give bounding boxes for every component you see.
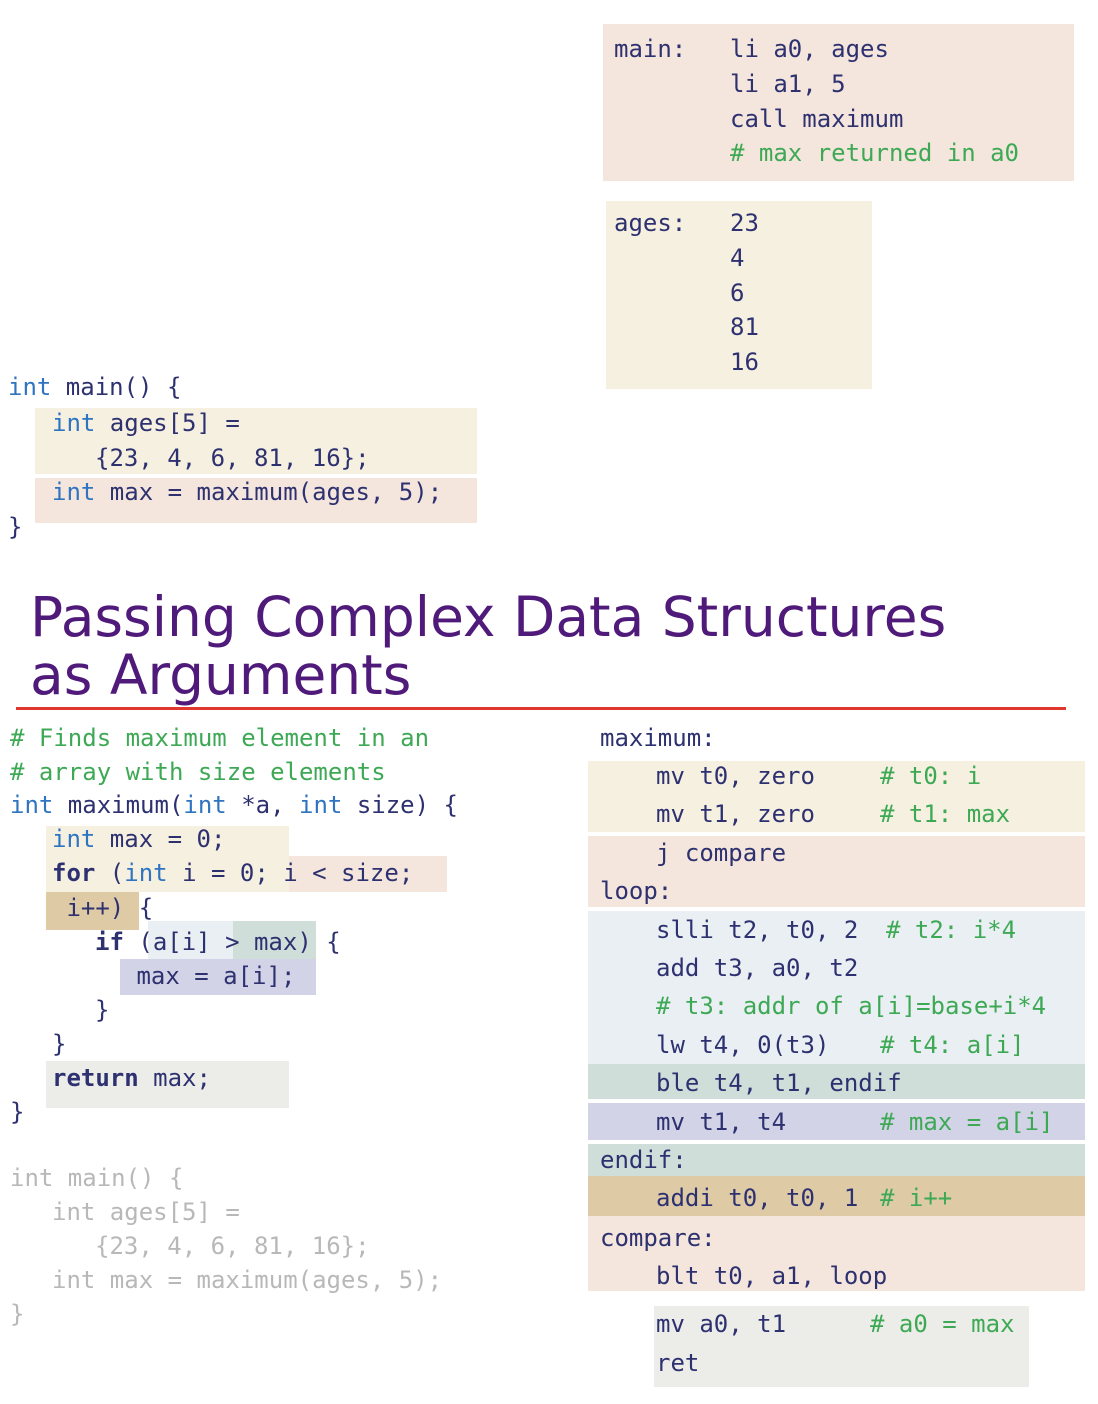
- c-main-line: {23, 4, 6, 81, 16};: [95, 444, 370, 472]
- c-return-line: return max;: [52, 1064, 211, 1092]
- asm-comment: # i++: [880, 1184, 953, 1212]
- c-main-line: int max = maximum(ages, 5);: [52, 478, 443, 506]
- asm-label-loop: loop:: [600, 877, 673, 905]
- asm-comment: # t1: max: [880, 800, 1011, 828]
- asm-main-label: main:: [614, 35, 687, 63]
- slide-title: Passing Complex Data Structures as Argum…: [30, 588, 1090, 704]
- c-assign-line: max = a[i];: [122, 962, 296, 990]
- asm-instruction: lw t4, 0(t3): [656, 1031, 830, 1059]
- asm-label-compare: compare:: [600, 1224, 716, 1252]
- asm-instruction: mv t0, zero: [656, 762, 815, 790]
- asm-main-comment: # max returned in a0: [730, 139, 1019, 167]
- c-main-line: int main() {: [8, 373, 182, 401]
- slide-title-line: as Arguments: [30, 643, 412, 707]
- c-main-faded-line: int max = maximum(ages, 5);: [52, 1266, 443, 1294]
- c-comment: # array with size elements: [10, 758, 386, 786]
- asm-instruction: slli t2, t0, 2: [656, 916, 859, 944]
- c-function-signature: int maximum(int *a, int size) {: [10, 791, 458, 819]
- asm-instruction: blt t0, a1, loop: [656, 1262, 888, 1290]
- slide-title-line: Passing Complex Data Structures: [30, 585, 947, 649]
- asm-label-maximum: maximum:: [600, 724, 716, 752]
- asm-label-endif: endif:: [600, 1146, 687, 1174]
- asm-ages-value: 6: [730, 279, 745, 307]
- c-main-faded-line: {23, 4, 6, 81, 16};: [95, 1232, 370, 1260]
- asm-main-line: li a0, ages: [730, 35, 889, 63]
- c-main-line: }: [8, 513, 23, 541]
- asm-instruction: mv t1, t4: [656, 1108, 787, 1136]
- c-if-line: if (a[i] > max) {: [95, 928, 341, 956]
- c-comment: # Finds maximum element in an: [10, 724, 430, 752]
- c-for-line: for (int i = 0; i < size;: [52, 859, 414, 887]
- asm-instruction: add t3, a0, t2: [656, 954, 859, 982]
- c-close-brace: }: [95, 996, 110, 1024]
- asm-comment: # a0 = max: [870, 1310, 1015, 1338]
- asm-instruction: mv t1, zero: [656, 800, 815, 828]
- asm-comment: # t2: i*4: [886, 916, 1017, 944]
- asm-instruction: ble t4, t1, endif: [656, 1069, 902, 1097]
- asm-ages-value: 4: [730, 244, 745, 272]
- asm-comment: # t0: i: [880, 762, 982, 790]
- asm-instruction: addi t0, t0, 1: [656, 1184, 859, 1212]
- c-main-line: int ages[5] =: [52, 409, 240, 437]
- title-underline: [16, 707, 1066, 710]
- c-main-faded-line: int main() {: [10, 1164, 184, 1192]
- c-main-faded-line: }: [10, 1300, 25, 1328]
- c-init-line: int max = 0;: [52, 825, 226, 853]
- asm-comment: # t3: addr of a[i]=base+i*4: [656, 992, 1047, 1020]
- asm-ages-value: 23: [730, 209, 759, 237]
- asm-comment: # max = a[i]: [880, 1108, 1054, 1136]
- asm-instruction: mv a0, t1: [656, 1310, 787, 1338]
- asm-comment: # t4: a[i]: [880, 1031, 1025, 1059]
- asm-main-line: li a1, 5: [730, 70, 846, 98]
- c-close-brace: }: [52, 1030, 67, 1058]
- c-main-faded-line: int ages[5] =: [52, 1198, 240, 1226]
- asm-ages-value: 81: [730, 313, 759, 341]
- asm-ages-label: ages:: [614, 209, 687, 237]
- asm-ages-value: 16: [730, 348, 759, 376]
- c-close-brace: }: [10, 1098, 25, 1126]
- asm-main-line: call maximum: [730, 105, 904, 133]
- asm-instruction: ret: [656, 1349, 700, 1377]
- asm-instruction: j compare: [656, 839, 787, 867]
- c-for-inc-line: i++) {: [52, 894, 154, 922]
